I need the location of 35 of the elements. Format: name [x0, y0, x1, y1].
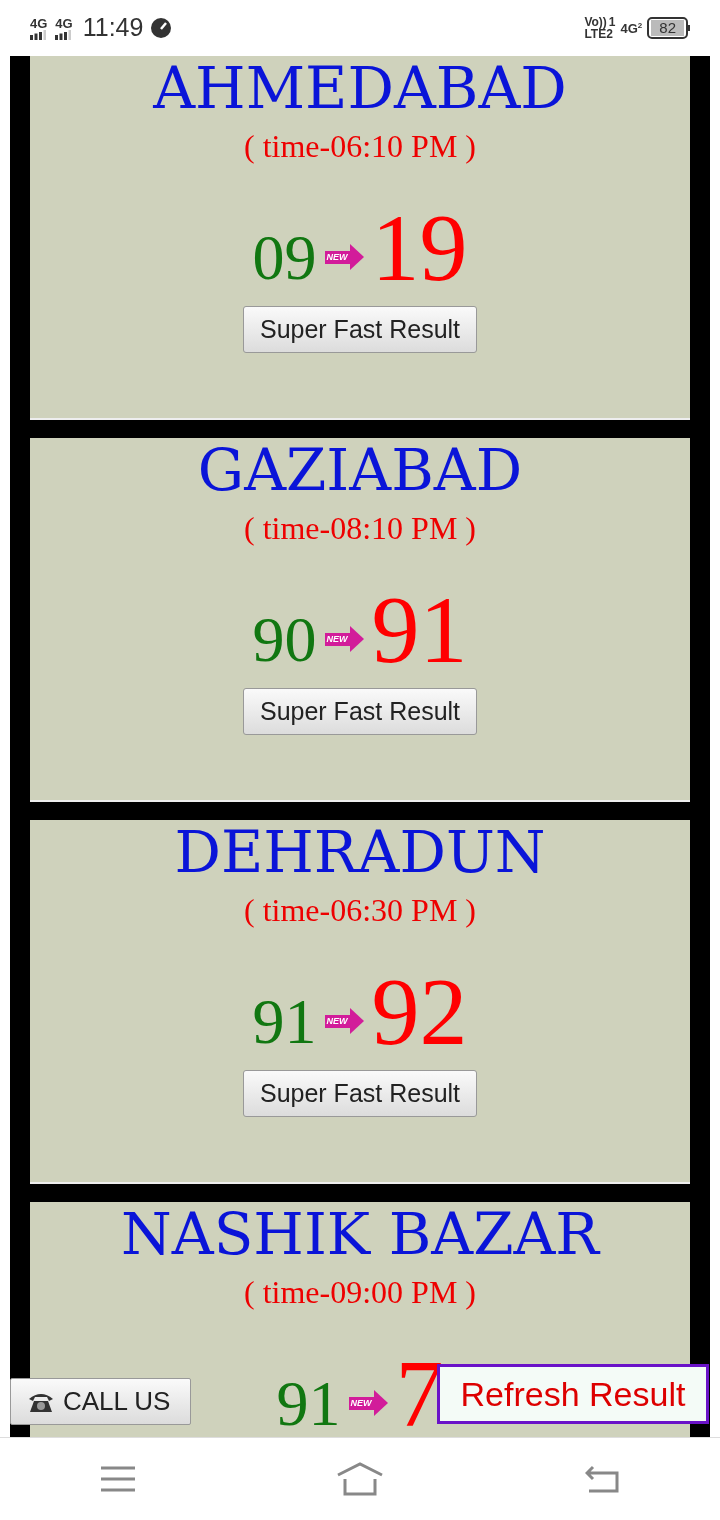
clock-time: 11:49 — [82, 12, 144, 44]
previous-number: 09 — [252, 226, 317, 290]
previous-number: 90 — [252, 608, 317, 672]
result-button[interactable]: Super Fast Result — [242, 306, 478, 353]
sim-label: 2 — [637, 21, 643, 30]
network-label: 4G — [620, 21, 638, 35]
city-name: GAZIABAD — [197, 438, 523, 502]
previous-number: 91 — [252, 990, 317, 1054]
result-button[interactable]: Super Fast Result — [242, 688, 478, 735]
signal-icon — [30, 29, 46, 40]
result-time: ( time-08:10 PM ) — [244, 509, 476, 548]
result-button[interactable]: Super Fast Result — [242, 1070, 478, 1117]
signal-icon — [55, 29, 72, 40]
back-icon[interactable] — [585, 1465, 620, 1493]
network-label: 4G — [30, 16, 48, 30]
result-time: ( time-06:10 PM ) — [244, 127, 476, 166]
call-us-button[interactable]: CALL US — [10, 1378, 191, 1425]
result-number: 91 — [371, 582, 468, 678]
result-time: ( time-09:00 PM ) — [244, 1273, 476, 1312]
city-name: AHMEDABAD — [153, 56, 567, 120]
result-number: 92 — [371, 964, 468, 1060]
network-label: 4G — [55, 16, 73, 30]
city-name: DEHRADUN — [174, 820, 546, 884]
battery-level: 82 — [651, 20, 684, 36]
result-time: ( time-06:30 PM ) — [244, 891, 476, 930]
menu-icon[interactable] — [100, 1466, 135, 1492]
result-number: 19 — [371, 200, 468, 296]
refresh-result-button[interactable]: Refresh Result — [437, 1364, 709, 1424]
volte-label: Vo)) — [584, 16, 607, 28]
gauge-icon — [151, 18, 172, 38]
sim-label: 1 — [608, 16, 616, 28]
previous-number: 91 — [276, 1372, 341, 1436]
city-name: NASHIK BAZAR — [121, 1202, 599, 1266]
lte-label: LTE2 — [584, 28, 614, 40]
home-icon[interactable] — [336, 1461, 384, 1497]
